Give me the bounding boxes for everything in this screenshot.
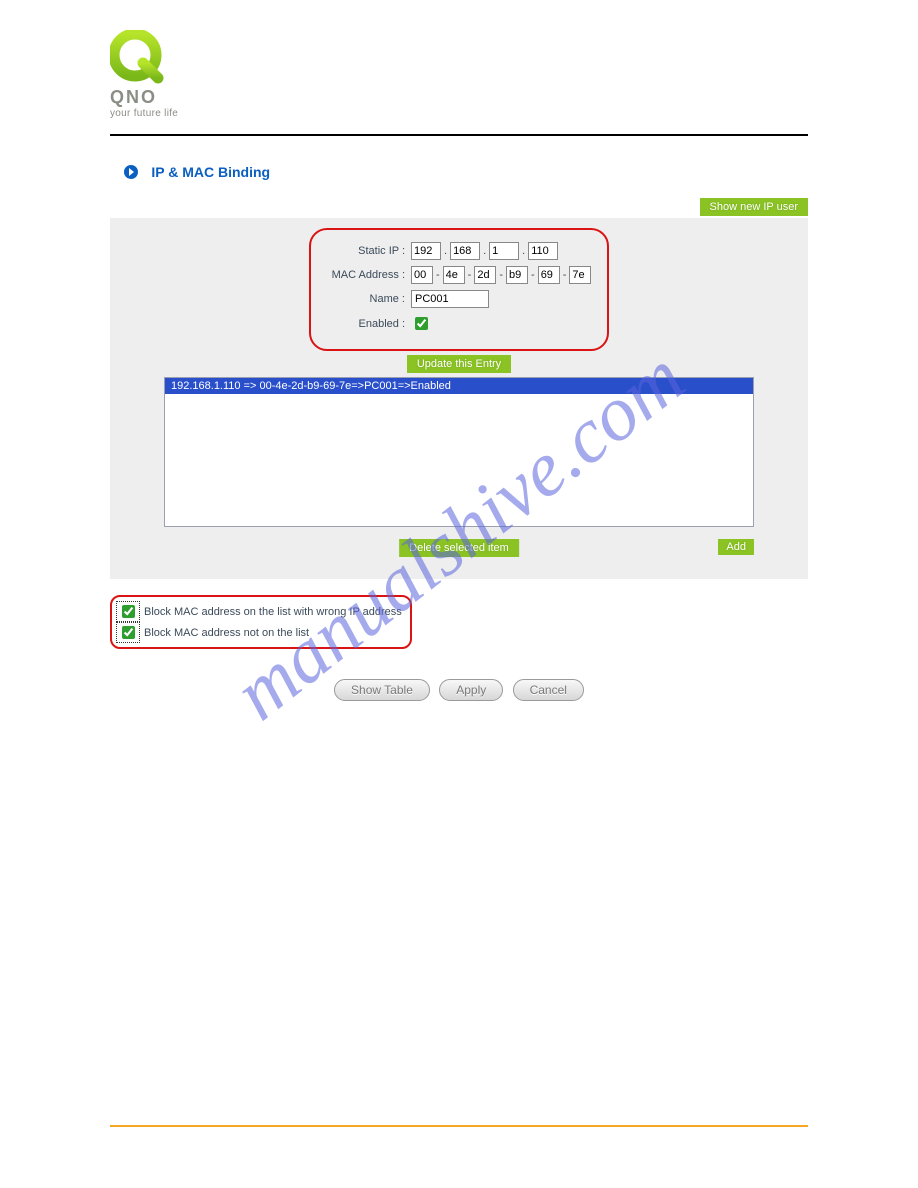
block-not-on-list-label: Block MAC address not on the list [144, 627, 309, 639]
update-this-entry-button[interactable]: Update this Entry [407, 355, 511, 373]
binding-entry-selected[interactable]: 192.168.1.110 => 00-4e-2d-b9-69-7e=>PC00… [165, 378, 753, 394]
apply-button[interactable]: Apply [439, 679, 503, 701]
name-input[interactable] [411, 290, 489, 308]
brand-tagline: your future life [110, 108, 808, 119]
mac-octet-3[interactable] [474, 266, 496, 284]
ip-sep-3: . [519, 245, 528, 257]
add-button[interactable]: Add [718, 539, 754, 555]
static-ip-octet-2[interactable] [450, 242, 480, 260]
ip-sep-1: . [441, 245, 450, 257]
mac-sep-4: - [528, 269, 538, 281]
enabled-label: Enabled : [325, 318, 411, 330]
block-wrong-ip-checkbox[interactable] [122, 605, 135, 618]
mac-octet-5[interactable] [538, 266, 560, 284]
logo-q-icon [110, 30, 165, 85]
brand-logo: QNO your future life [110, 30, 808, 119]
mac-sep-2: - [465, 269, 475, 281]
mac-octet-1[interactable] [411, 266, 433, 284]
static-ip-octet-1[interactable] [411, 242, 441, 260]
delete-selected-item-button[interactable]: Delete selected item [399, 539, 519, 557]
top-divider [110, 134, 808, 136]
ip-sep-2: . [480, 245, 489, 257]
mac-address-label: MAC Address : [325, 269, 411, 281]
section-bullet-icon [124, 165, 138, 179]
static-ip-octet-3[interactable] [489, 242, 519, 260]
section-title: IP & MAC Binding [151, 164, 270, 180]
binding-panel: Static IP : . . . MAC Address : - - - - [110, 218, 808, 579]
mac-octet-6[interactable] [569, 266, 591, 284]
mac-sep-3: - [496, 269, 506, 281]
static-ip-label: Static IP : [325, 245, 411, 257]
binding-form-highlight: Static IP : . . . MAC Address : - - - - [309, 228, 609, 351]
mac-octet-2[interactable] [443, 266, 465, 284]
show-new-ip-user-button[interactable]: Show new IP user [700, 198, 808, 216]
enabled-checkbox[interactable] [415, 317, 428, 330]
cancel-button[interactable]: Cancel [513, 679, 584, 701]
static-ip-octet-4[interactable] [528, 242, 558, 260]
mac-sep-1: - [433, 269, 443, 281]
block-wrong-ip-label: Block MAC address on the list with wrong… [144, 606, 402, 618]
block-options-highlight: Block MAC address on the list with wrong… [110, 595, 412, 649]
bottom-divider [110, 1125, 808, 1127]
mac-sep-5: - [560, 269, 570, 281]
block-not-on-list-checkbox[interactable] [122, 626, 135, 639]
mac-octet-4[interactable] [506, 266, 528, 284]
brand-name: QNO [110, 87, 808, 108]
show-table-button[interactable]: Show Table [334, 679, 430, 701]
binding-entries-listbox[interactable]: 192.168.1.110 => 00-4e-2d-b9-69-7e=>PC00… [164, 377, 754, 527]
name-label: Name : [325, 293, 411, 305]
